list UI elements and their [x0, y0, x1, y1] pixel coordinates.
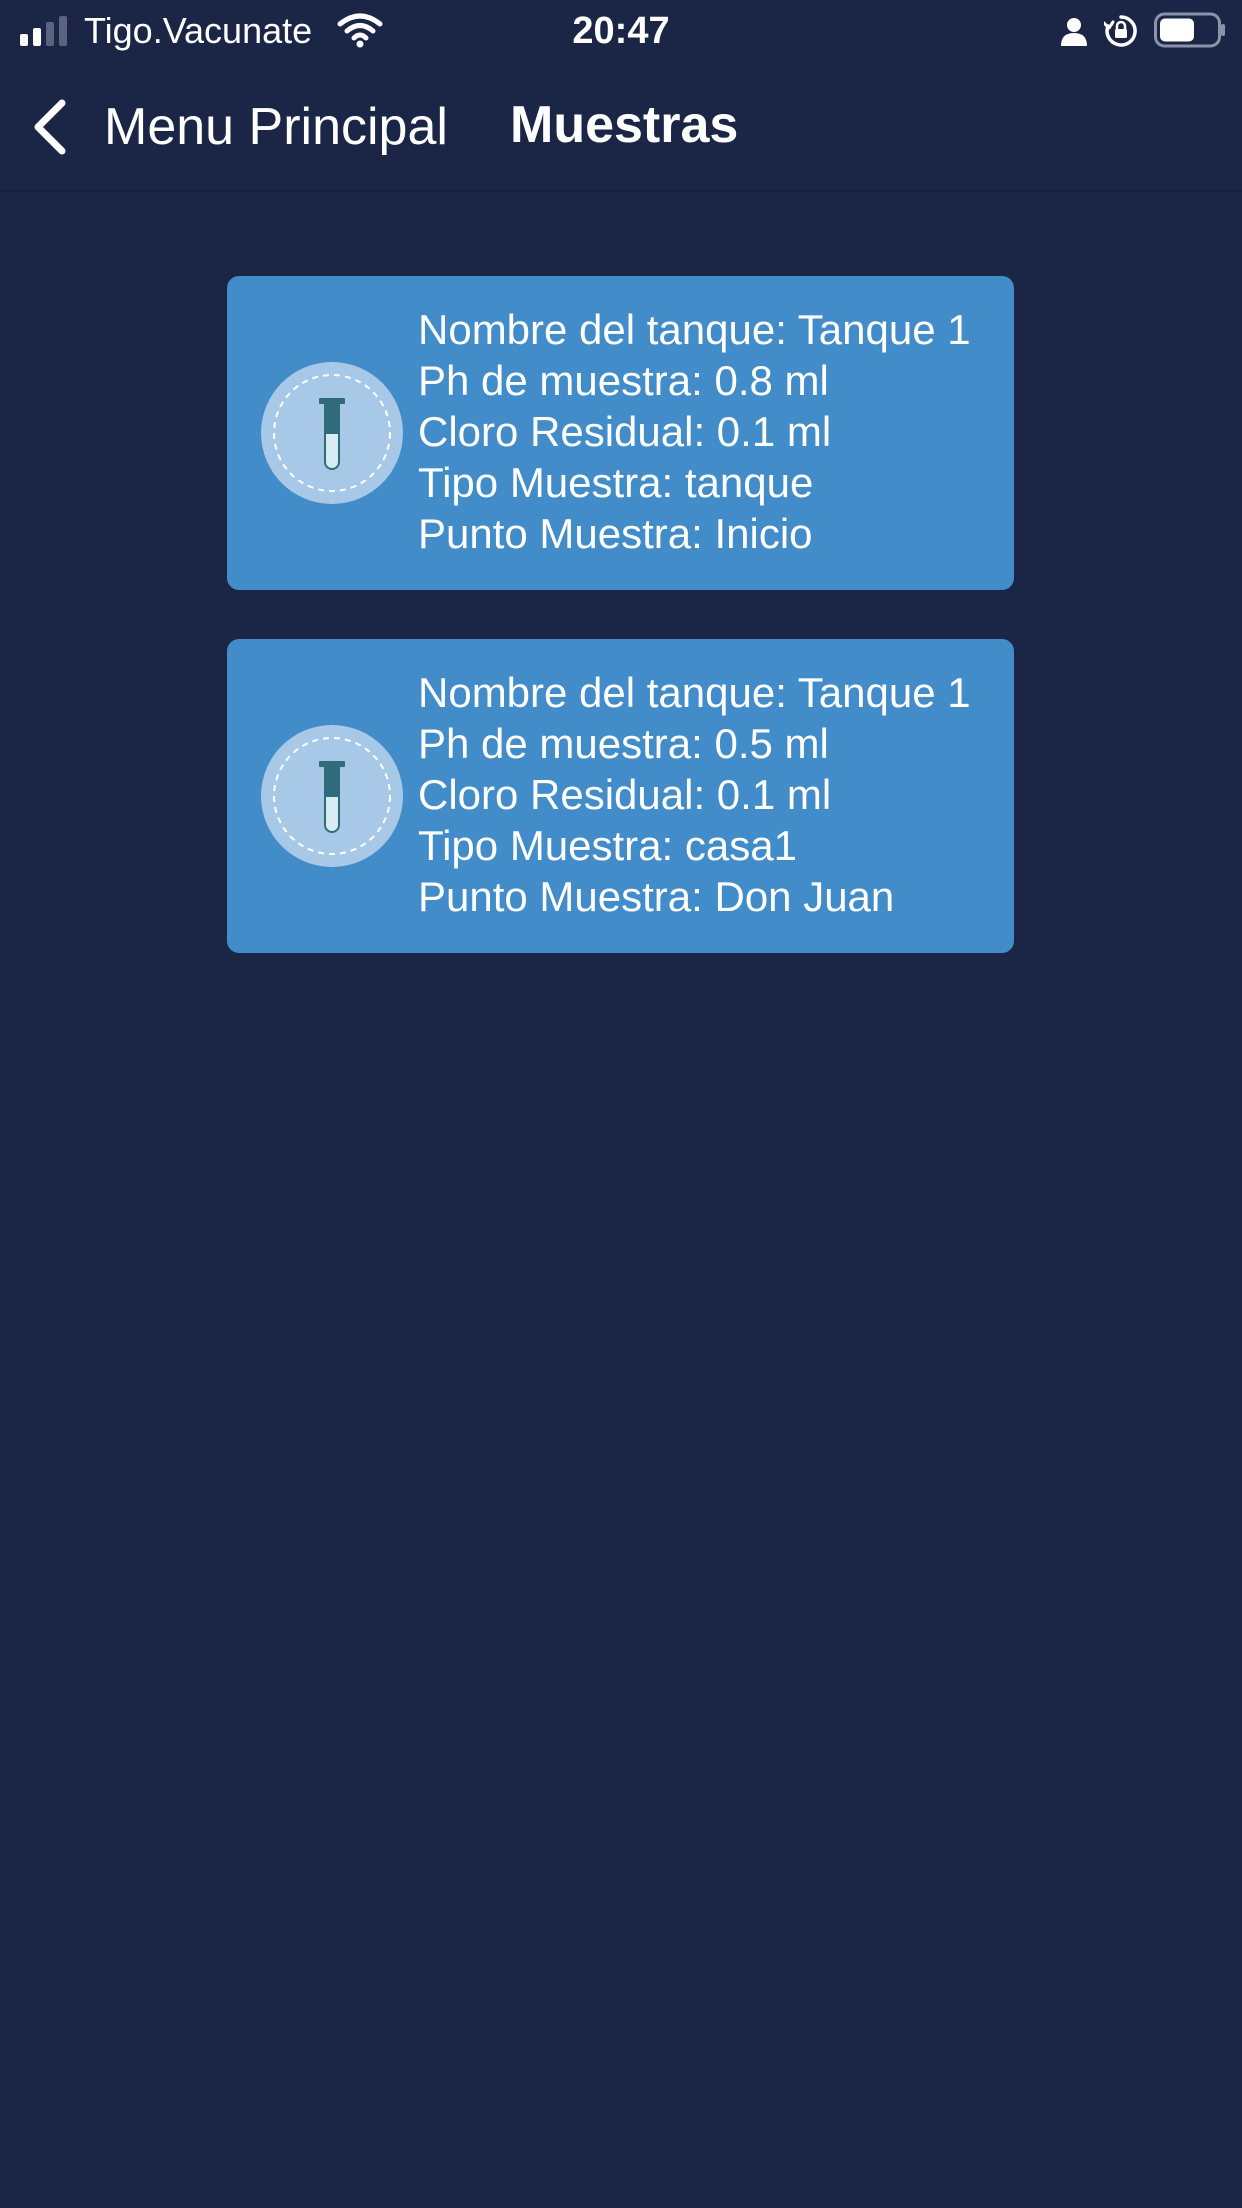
sample-details: Nombre del tanque: Tanque 1 Ph de muestr… [418, 667, 1004, 922]
sample-point: Punto Muestra: Don Juan [418, 873, 895, 920]
page-title: Muestras [510, 96, 739, 154]
sample-card[interactable]: Nombre del tanque: Tanque 1 Ph de muestr… [227, 276, 1014, 590]
back-button-label: Menu Principal [104, 98, 448, 156]
sample-details: Nombre del tanque: Tanque 1 Ph de muestr… [418, 304, 1004, 559]
chevron-left-icon [34, 99, 66, 155]
test-tube-icon [261, 362, 403, 504]
tank-name: Nombre del tanque: Tanque 1 [418, 669, 971, 716]
navigation-bar: Menu Principal Muestras [0, 62, 1242, 192]
sample-point: Punto Muestra: Inicio [418, 510, 813, 557]
samples-list: Nombre del tanque: Tanque 1 Ph de muestr… [227, 276, 1014, 1002]
sample-card[interactable]: Nombre del tanque: Tanque 1 Ph de muestr… [227, 639, 1014, 953]
sample-ph: Ph de muestra: 0.8 ml [418, 357, 829, 404]
tank-name: Nombre del tanque: Tanque 1 [418, 306, 971, 353]
residual-chlorine: Cloro Residual: 0.1 ml [418, 771, 832, 818]
person-icon [1061, 18, 1087, 46]
sample-type: Tipo Muestra: tanque [418, 459, 814, 506]
status-time: 20:47 [572, 10, 670, 52]
test-tube-icon [261, 725, 403, 867]
rotation-lock-icon [1104, 15, 1137, 47]
battery-icon [1154, 12, 1225, 48]
back-button[interactable]: Menu Principal [30, 92, 448, 162]
residual-chlorine: Cloro Residual: 0.1 ml [418, 408, 832, 455]
sample-type: Tipo Muestra: casa1 [418, 822, 797, 869]
status-bar: Tigo.Vacunate 20:47 [0, 0, 1242, 62]
sample-ph: Ph de muestra: 0.5 ml [418, 720, 829, 767]
